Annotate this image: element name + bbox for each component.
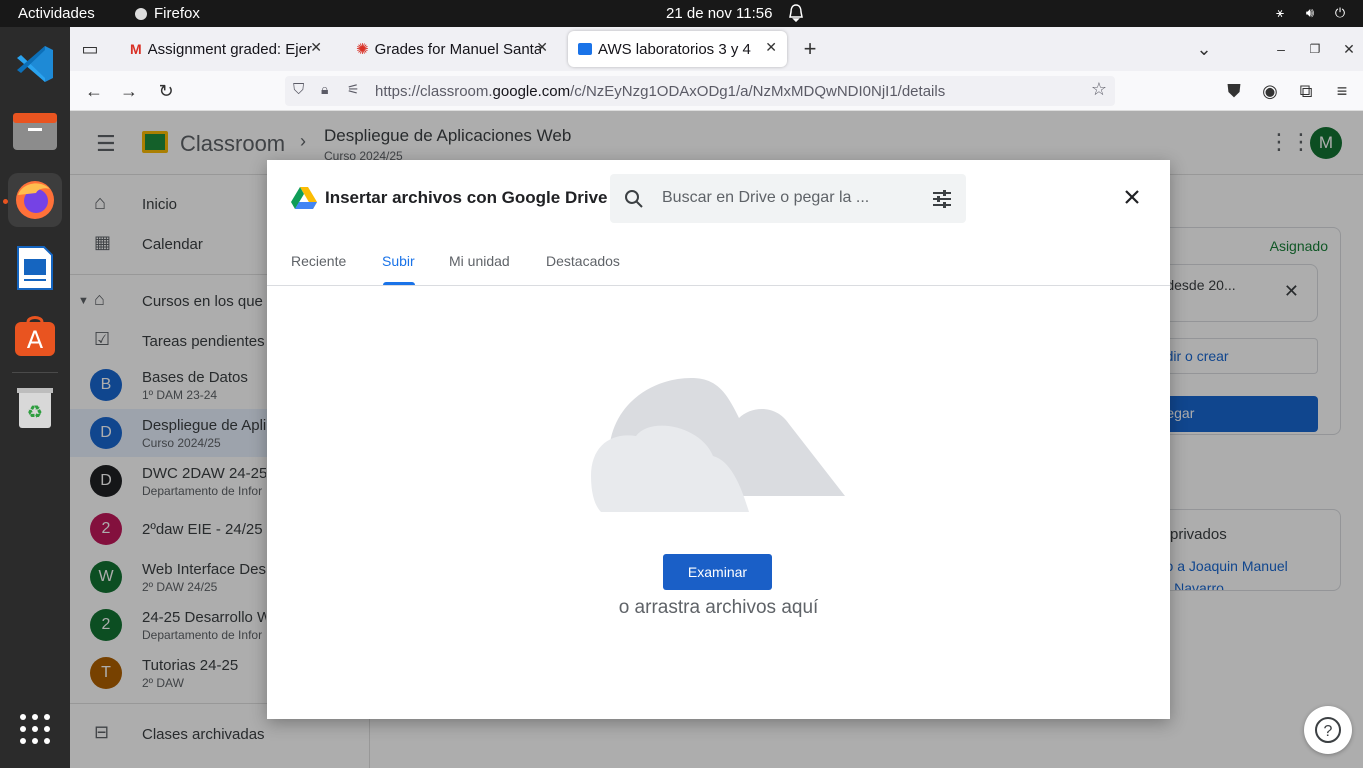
- bookmark-star-icon[interactable]: ☆: [1091, 79, 1107, 100]
- shield-icon[interactable]: ⛉: [293, 81, 304, 98]
- tab-recent[interactable]: Reciente: [291, 253, 346, 269]
- url-bar[interactable]: ⛉ 🔒︎ ⚟ https://classroom. google.com/c/Nz…: [285, 76, 1115, 106]
- forward-icon[interactable]: →: [118, 80, 140, 102]
- firefox-view-icon[interactable]: ▭: [79, 38, 101, 60]
- dialog-title: Insertar archivos con Google Drive: [325, 188, 608, 207]
- reload-icon[interactable]: ↻: [155, 80, 177, 102]
- tab-close-icon[interactable]: ✕: [765, 39, 777, 56]
- close-window-icon[interactable]: ✕: [1338, 38, 1360, 60]
- search-input[interactable]: Buscar en Drive o pegar la ...: [662, 189, 869, 207]
- minimize-icon[interactable]: –: [1270, 38, 1292, 60]
- account-icon[interactable]: ◉: [1259, 80, 1281, 102]
- tab-bar: ▭ M Assignment graded: Ejer ✕ ✺ Grades f…: [70, 27, 1363, 71]
- picker-tabs: Reciente Subir Mi unidad Destacados: [267, 244, 1170, 286]
- dock-separator: [12, 372, 58, 373]
- firefox-icon: [16, 181, 54, 219]
- tab-my-drive[interactable]: Mi unidad: [449, 253, 510, 269]
- files-launcher[interactable]: [8, 105, 62, 159]
- url-prefix: https://classroom.: [375, 82, 493, 100]
- system-top-bar: Actividades Firefox 21 de nov 11:56 ⚹ 🔊︎…: [0, 0, 1363, 27]
- vscode-icon: [17, 46, 53, 82]
- new-tab-icon[interactable]: +: [799, 38, 821, 60]
- libreoffice-writer-icon: [17, 246, 53, 290]
- tab-title: Assignment graded: Ejer: [147, 40, 312, 58]
- gmail-icon: M: [130, 41, 142, 57]
- extensions-icon[interactable]: ⧉: [1295, 80, 1317, 102]
- tab-title: AWS laboratorios 3 y 4: [598, 40, 751, 58]
- pocket-icon[interactable]: ⛊: [1223, 80, 1245, 102]
- back-icon[interactable]: ←: [83, 80, 105, 102]
- tab-upload[interactable]: Subir: [382, 253, 415, 269]
- menu-icon[interactable]: ≡: [1331, 80, 1353, 102]
- permissions-icon[interactable]: ⚟: [347, 81, 360, 98]
- classroom-icon: [578, 43, 592, 55]
- cloud-upload-illustration: [591, 378, 845, 512]
- tab-moodle[interactable]: ✺ Grades for Manuel Santa ✕: [346, 31, 558, 67]
- tab-gmail[interactable]: M Assignment graded: Ejer ✕: [120, 31, 332, 67]
- search-options-icon[interactable]: [932, 189, 952, 209]
- lock-icon[interactable]: 🔒︎: [321, 81, 328, 98]
- nav-bar: ← → ↻ ⛉ 🔒︎ ⚟ https://classroom. google.co…: [70, 71, 1363, 111]
- volume-icon[interactable]: 🔊︎: [1301, 4, 1319, 22]
- help-button[interactable]: ?: [1304, 706, 1352, 754]
- tab-title: Grades for Manuel Santa: [374, 40, 541, 58]
- app-center-icon: A: [15, 316, 55, 356]
- svg-text:A: A: [27, 326, 44, 354]
- writer-launcher[interactable]: [8, 241, 62, 295]
- app-center-launcher[interactable]: A: [8, 309, 62, 363]
- list-tabs-icon[interactable]: ⌄: [1193, 38, 1215, 60]
- clock[interactable]: 21 de nov 11:56: [666, 5, 772, 22]
- trash-icon: ♻: [17, 388, 53, 428]
- show-apps-button[interactable]: [8, 702, 62, 756]
- svg-text:?: ?: [1324, 723, 1333, 740]
- google-drive-icon: [291, 187, 317, 209]
- network-icon[interactable]: ⚹: [1271, 4, 1289, 22]
- tab-close-icon[interactable]: ✕: [536, 39, 548, 56]
- tab-classroom[interactable]: AWS laboratorios 3 y 4 ✕: [568, 31, 787, 67]
- url-path: /c/NzEyNzg1ODAxODg1/a/NzMxMDQwNDI0NjI1/d…: [570, 82, 946, 100]
- tab-close-icon[interactable]: ✕: [310, 39, 322, 56]
- drive-picker-dialog: Insertar archivos con Google Drive Busca…: [267, 160, 1170, 719]
- activities-button[interactable]: Actividades: [18, 5, 95, 22]
- dock: A ♻: [0, 27, 70, 768]
- files-icon: [13, 113, 57, 150]
- search-icon: [625, 190, 643, 208]
- svg-text:♻: ♻: [27, 402, 43, 423]
- moodle-icon: ✺: [356, 41, 369, 58]
- url-domain: google.com: [492, 82, 571, 100]
- firefox-launcher[interactable]: [8, 173, 62, 227]
- power-icon[interactable]: ⏻: [1331, 4, 1349, 22]
- active-app-label: Firefox: [154, 5, 200, 22]
- notification-bell-icon[interactable]: [788, 4, 804, 22]
- system-tray[interactable]: ⚹ 🔊︎ ⏻: [1271, 4, 1349, 22]
- tab-starred[interactable]: Destacados: [546, 253, 620, 269]
- vscode-launcher[interactable]: [8, 37, 62, 91]
- drop-hint: o arrastra archivos aquí: [618, 597, 819, 618]
- close-dialog-icon[interactable]: [1123, 188, 1141, 206]
- active-tab-indicator: [383, 282, 415, 285]
- active-app-menu[interactable]: Firefox: [134, 5, 200, 22]
- restore-icon[interactable]: ❐: [1304, 38, 1326, 60]
- firefox-icon: [135, 7, 147, 20]
- app-grid-icon: [20, 714, 50, 744]
- trash-launcher[interactable]: ♻: [8, 381, 62, 435]
- browse-button[interactable]: Examinar: [663, 554, 772, 590]
- drive-search-box[interactable]: Buscar en Drive o pegar la ...: [610, 174, 966, 223]
- help-icon: ?: [1315, 717, 1341, 743]
